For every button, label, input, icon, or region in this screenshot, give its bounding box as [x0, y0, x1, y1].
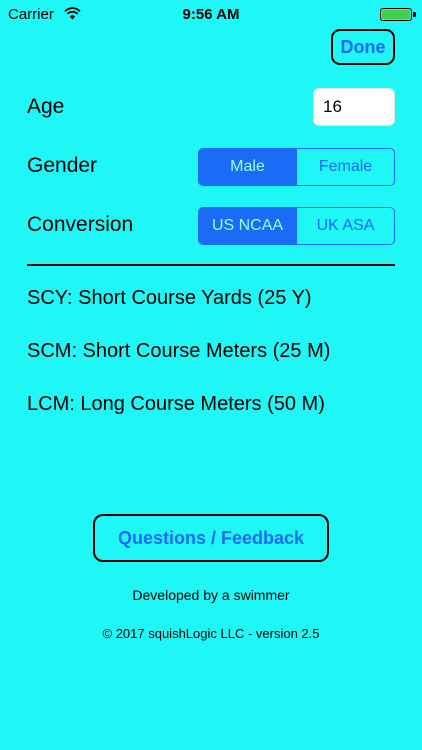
- course-option-scm[interactable]: SCM: Short Course Meters (25 M): [27, 340, 330, 363]
- conversion-option-us-ncaa[interactable]: US NCAA: [199, 208, 296, 244]
- status-bar: Carrier 9:56 AM: [0, 0, 422, 30]
- gender-segmented-control[interactable]: Male Female: [198, 148, 395, 186]
- age-input[interactable]: [313, 88, 395, 126]
- status-time: 9:56 AM: [182, 6, 240, 23]
- course-option-scy[interactable]: SCY: Short Course Yards (25 Y): [27, 287, 312, 310]
- developer-tagline: Developed by a swimmer: [132, 587, 290, 603]
- conversion-segmented-control[interactable]: US NCAA UK ASA: [198, 207, 395, 245]
- battery-icon: [380, 8, 416, 21]
- copyright-text: © 2017 squishLogic LLC - version 2.5: [102, 626, 320, 641]
- age-label: Age: [27, 95, 65, 118]
- questions-feedback-button[interactable]: Questions / Feedback: [93, 514, 329, 562]
- conversion-label: Conversion: [27, 213, 134, 236]
- conversion-option-uk-asa[interactable]: UK ASA: [296, 208, 394, 244]
- gender-option-female[interactable]: Female: [296, 149, 394, 185]
- divider: [27, 264, 395, 266]
- done-button[interactable]: Done: [331, 29, 395, 65]
- battery-fill: [382, 10, 410, 19]
- battery-tip: [413, 12, 416, 17]
- gender-option-male[interactable]: Male: [199, 149, 296, 185]
- gender-label: Gender: [27, 154, 98, 177]
- course-option-lcm[interactable]: LCM: Long Course Meters (50 M): [27, 393, 325, 416]
